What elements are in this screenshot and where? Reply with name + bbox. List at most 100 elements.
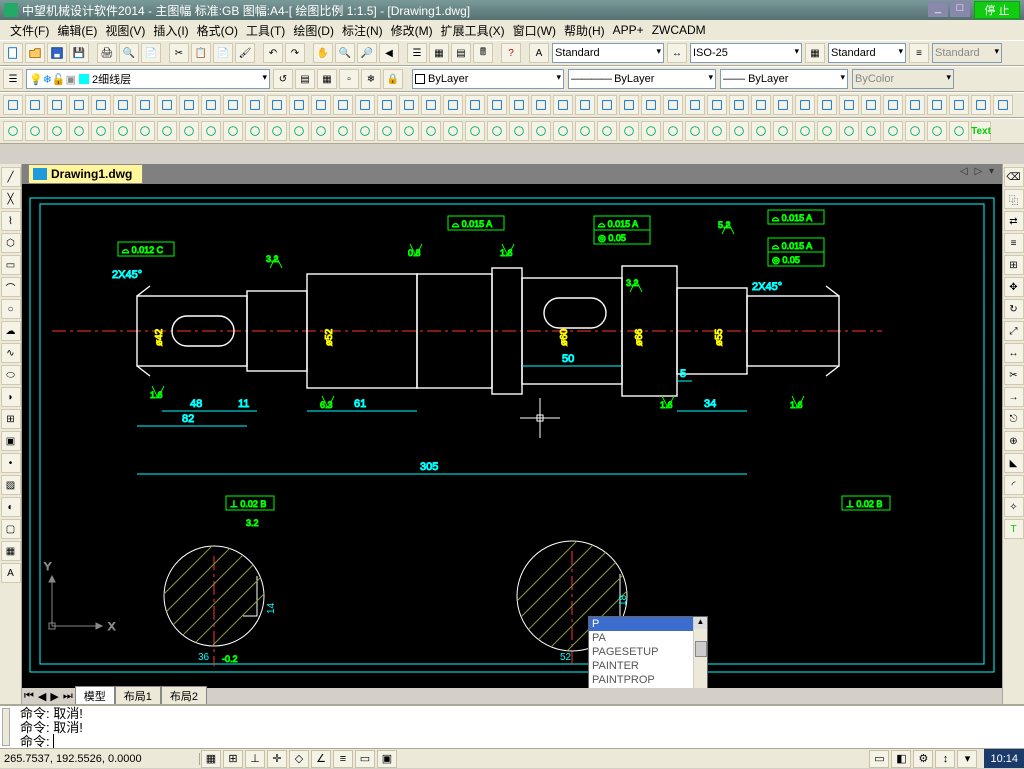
mech-tool2[interactable] — [531, 121, 551, 141]
mech-tool[interactable] — [377, 95, 397, 115]
polar-toggle[interactable]: ✛ — [267, 750, 287, 768]
mech-tool[interactable] — [487, 95, 507, 115]
stop-button[interactable]: 停 止 — [974, 1, 1020, 19]
mech-tool[interactable] — [817, 95, 837, 115]
mech-tool2[interactable] — [619, 121, 639, 141]
minimize-button[interactable]: _ — [928, 1, 948, 17]
mech-tool[interactable] — [751, 95, 771, 115]
plotstyle-dropdown[interactable]: ByColor — [852, 69, 954, 89]
pline-icon[interactable]: ⌇ — [1, 211, 21, 231]
ortho-toggle[interactable]: ⊥ — [245, 750, 265, 768]
color-dropdown[interactable]: ByLayer — [412, 69, 564, 89]
ac-opt-pa[interactable]: PA — [589, 631, 707, 645]
mech-tool[interactable] — [597, 95, 617, 115]
mech-tool[interactable] — [245, 95, 265, 115]
spline-icon[interactable]: ∿ — [1, 343, 21, 363]
layer-off-icon[interactable]: ▫ — [339, 69, 359, 89]
mech-tool[interactable] — [971, 95, 991, 115]
mech-tool[interactable] — [531, 95, 551, 115]
mech-tool[interactable] — [135, 95, 155, 115]
mech-tool[interactable] — [179, 95, 199, 115]
mech-tool[interactable] — [553, 95, 573, 115]
grid-toggle[interactable]: ⊞ — [223, 750, 243, 768]
mech-tool2[interactable] — [201, 121, 221, 141]
mech-tool2[interactable] — [487, 121, 507, 141]
mech-tool[interactable] — [619, 95, 639, 115]
match-icon[interactable]: 🖌 — [235, 43, 255, 63]
layer-state-icon[interactable]: ▤ — [295, 69, 315, 89]
preview-icon[interactable]: 🔍 — [119, 43, 139, 63]
mech-tool[interactable] — [927, 95, 947, 115]
stretch-icon[interactable]: ↔ — [1004, 343, 1024, 363]
ellipse-icon[interactable]: ⬭ — [1, 365, 21, 385]
mech-tool[interactable] — [707, 95, 727, 115]
calc-icon[interactable]: 🖩 — [473, 43, 493, 63]
mech-tool[interactable] — [289, 95, 309, 115]
line-icon[interactable]: ╱ — [1, 167, 21, 187]
tablestyle-icon[interactable]: ▦ — [805, 43, 825, 63]
mtext-icon[interactable]: A — [1, 563, 21, 583]
mech-tool2[interactable] — [135, 121, 155, 141]
status-x2[interactable]: ◧ — [891, 750, 911, 768]
zoom-rt-icon[interactable]: 🔍 — [335, 43, 355, 63]
insert-icon[interactable]: ⊞ — [1, 409, 21, 429]
ac-opt-p[interactable]: P — [589, 617, 707, 631]
mech-tool[interactable] — [641, 95, 661, 115]
mech-tool[interactable] — [663, 95, 683, 115]
save-icon[interactable] — [47, 43, 67, 63]
fillet-icon[interactable]: ◜ — [1004, 475, 1024, 495]
table-icon[interactable]: ▦ — [1, 541, 21, 561]
chamfer-icon[interactable]: ◣ — [1004, 453, 1024, 473]
paste-icon[interactable]: 📄 — [213, 43, 233, 63]
move-icon[interactable]: ✥ — [1004, 277, 1024, 297]
layer-frz-icon[interactable]: ❄ — [361, 69, 381, 89]
ac-opt-paintprop[interactable]: PAINTPROP — [589, 673, 707, 687]
mech-tool2[interactable] — [179, 121, 199, 141]
mech-tool[interactable] — [421, 95, 441, 115]
mech-tool[interactable] — [223, 95, 243, 115]
cmd-prompt[interactable]: 命令: — [20, 735, 1018, 749]
tab-list[interactable]: ▾ — [989, 166, 994, 177]
mech-tool[interactable] — [25, 95, 45, 115]
mech-tool[interactable] — [861, 95, 881, 115]
maximize-button[interactable]: □ — [950, 1, 970, 17]
mech-tool2[interactable] — [685, 121, 705, 141]
zoom-win-icon[interactable]: 🔎 — [357, 43, 377, 63]
mech-tool2[interactable] — [311, 121, 331, 141]
extend-icon[interactable]: → — [1004, 387, 1024, 407]
print-icon[interactable]: 🖨 — [97, 43, 117, 63]
layer-lock-icon[interactable]: 🔒 — [383, 69, 403, 89]
mech-tool2[interactable] — [861, 121, 881, 141]
new-icon[interactable] — [3, 43, 23, 63]
copy2-icon[interactable]: ⿻ — [1004, 189, 1024, 209]
mech-tool[interactable] — [729, 95, 749, 115]
mech-tool2[interactable] — [91, 121, 111, 141]
mech-tool2[interactable] — [421, 121, 441, 141]
arc-icon[interactable]: ⌒ — [1, 277, 21, 297]
copy-icon[interactable]: 📋 — [191, 43, 211, 63]
snap-toggle[interactable]: ▦ — [201, 750, 221, 768]
mech-tool[interactable] — [685, 95, 705, 115]
menu-window[interactable]: 窗口(W) — [509, 20, 560, 41]
mech-tool[interactable] — [993, 95, 1013, 115]
region-icon[interactable]: ▢ — [1, 519, 21, 539]
mtab-first[interactable]: ⏮ — [22, 690, 36, 703]
drawing-canvas[interactable]: 82 48 11 61 50 34 5 305 2X45° 2X45° ø52 … — [22, 184, 1002, 688]
textstyle-icon[interactable]: A — [529, 43, 549, 63]
menu-file[interactable]: 文件(F) — [6, 20, 53, 41]
mech-tool2[interactable] — [25, 121, 45, 141]
xline-icon[interactable]: ╳ — [1, 189, 21, 209]
menu-help[interactable]: 帮助(H) — [560, 20, 609, 41]
cut-icon[interactable]: ✂ — [169, 43, 189, 63]
mech-tool[interactable] — [773, 95, 793, 115]
pan-icon[interactable]: ✋ — [313, 43, 333, 63]
mech-tool2[interactable] — [927, 121, 947, 141]
layer-dropdown[interactable]: 💡❄🔓▣ 2细线层 — [26, 69, 270, 89]
undo-icon[interactable]: ↶ — [263, 43, 283, 63]
text-tool[interactable]: Text — [971, 121, 991, 141]
mech-tool2[interactable] — [113, 121, 133, 141]
menu-format[interactable]: 格式(O) — [193, 20, 242, 41]
dimstyle-dropdown[interactable]: ISO-25 — [690, 43, 802, 63]
mech-tool[interactable] — [333, 95, 353, 115]
mech-tool2[interactable] — [773, 121, 793, 141]
